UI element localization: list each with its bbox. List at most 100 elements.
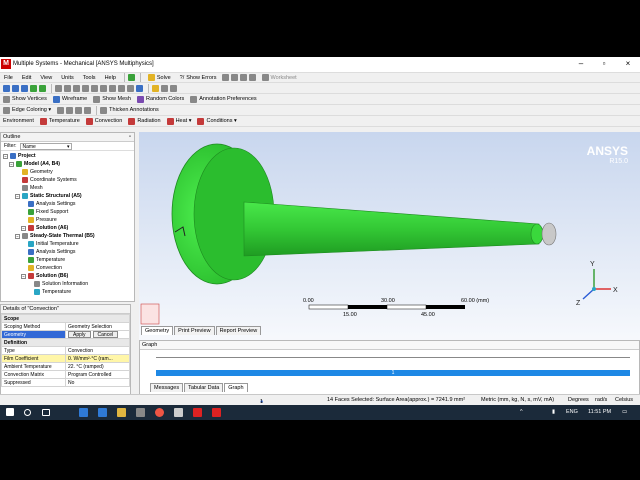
tree-node[interactable]: Geometry	[15, 168, 53, 176]
temperature-button[interactable]: Temperature	[39, 117, 80, 125]
chrome-icon[interactable]	[155, 408, 164, 417]
network-icon[interactable]: ▮	[552, 409, 555, 415]
edge-style-3-icon[interactable]	[75, 106, 83, 114]
axis-triad[interactable]: Y X Z	[576, 261, 618, 307]
tree-node[interactable]: Initial Temperature	[21, 240, 79, 248]
expand-toggle-icon[interactable]: −	[15, 233, 20, 239]
heat-dropdown[interactable]: Heat ▾	[166, 117, 191, 125]
details-row[interactable]: Type Convection	[1, 346, 130, 355]
body-select-icon[interactable]	[39, 84, 46, 92]
show-errors-button[interactable]: ?/Show Errors	[180, 75, 217, 81]
thicken-annotations-button[interactable]: Thicken Annotations	[100, 106, 159, 114]
details-row[interactable]: Convection Matrix Program Controlled	[1, 370, 130, 379]
radiation-button[interactable]: Radiation	[128, 117, 161, 125]
notifications-icon[interactable]: ▭	[622, 409, 627, 415]
show-vertices-button[interactable]: Show Vertices	[3, 95, 47, 103]
expand-toggle-icon[interactable]: −	[21, 225, 26, 231]
details-value[interactable]: 0. W/mm²·°C (ram...	[65, 354, 130, 363]
tree-node[interactable]: Temperature	[21, 256, 65, 264]
edge-style-4-icon[interactable]	[84, 106, 92, 114]
ansys-mechanical-icon[interactable]	[212, 408, 221, 417]
close-button[interactable]: ×	[622, 59, 634, 69]
zoom-to-fit-icon[interactable]	[91, 84, 98, 92]
edge-browser-icon[interactable]	[79, 408, 88, 417]
tab-geometry[interactable]: Geometry	[141, 326, 174, 335]
menu-file[interactable]: File	[4, 75, 13, 81]
windows-start-icon[interactable]	[6, 408, 14, 416]
rotate-icon[interactable]	[55, 84, 62, 92]
next-view-icon[interactable]	[118, 84, 125, 92]
tree-node[interactable]: Solution Information	[27, 280, 88, 288]
zoom-icon[interactable]	[73, 84, 80, 92]
maximize-button[interactable]: ▫	[598, 59, 610, 69]
view-cube-icon[interactable]	[140, 303, 160, 325]
label-icon[interactable]	[230, 74, 238, 81]
details-row[interactable]: Suppressed No	[1, 378, 130, 387]
pin-icon[interactable]: ▫	[129, 133, 131, 142]
annotation-preferences-button[interactable]: Annotation Preferences	[190, 95, 257, 103]
solve-button[interactable]: Solve	[147, 74, 171, 81]
search-icon[interactable]	[24, 409, 31, 416]
menu-help[interactable]: Help	[105, 75, 116, 81]
box-zoom-icon[interactable]	[82, 84, 89, 92]
menu-view[interactable]: View	[40, 75, 52, 81]
store-icon[interactable]	[98, 408, 107, 417]
tab-report-preview[interactable]: Report Preview	[215, 326, 262, 335]
details-value[interactable]: Convection	[65, 346, 130, 355]
expand-toggle-icon[interactable]: −	[3, 153, 8, 159]
tree-node[interactable]: − Static Structural (A5)	[15, 192, 82, 200]
previous-view-icon[interactable]	[109, 84, 116, 92]
pan-icon[interactable]	[64, 84, 71, 92]
tree-node[interactable]: Pressure	[21, 216, 57, 224]
minimize-button[interactable]: –	[575, 59, 587, 69]
tree-node[interactable]: Temperature	[27, 288, 71, 296]
vertex-select-icon[interactable]	[12, 84, 19, 92]
pin-icon[interactable]	[248, 74, 256, 81]
task-view-icon[interactable]	[42, 409, 50, 416]
tree-node[interactable]: − Model (A4, B4)	[9, 160, 60, 168]
tree-node[interactable]: − Project	[3, 152, 36, 160]
ruler-icon[interactable]	[239, 74, 247, 81]
details-row[interactable]: Ambient Temperature 22. °C (ramped)	[1, 362, 130, 371]
wireframe-button[interactable]: Wireframe	[52, 95, 87, 103]
details-value[interactable]: Geometry Selection	[65, 322, 130, 331]
menu-edit[interactable]: Edit	[22, 75, 31, 81]
file-explorer-icon[interactable]	[117, 408, 126, 417]
edge-style-2-icon[interactable]	[66, 106, 74, 114]
edge-coloring-dropdown[interactable]: Edge Coloring ▾	[3, 106, 51, 114]
edge-select-icon[interactable]	[21, 84, 28, 92]
angle-units[interactable]: Degrees	[568, 397, 589, 403]
rate-units[interactable]: rad/s	[595, 397, 607, 403]
details-value[interactable]: 22. °C (ramped)	[65, 362, 130, 371]
details-row[interactable]: Film Coefficient 0. W/mm²·°C (ram...	[1, 354, 130, 363]
convection-button[interactable]: Convection	[85, 117, 122, 125]
tray-chevron-icon[interactable]: ^	[520, 409, 523, 415]
tab-graph[interactable]: Graph	[224, 383, 248, 392]
cancel-button[interactable]: Cancel	[92, 331, 119, 338]
expand-toggle-icon[interactable]: −	[9, 161, 14, 167]
ansys-workbench-icon[interactable]	[193, 408, 202, 417]
show-mesh-button[interactable]: Show Mesh	[93, 95, 131, 103]
tree-node[interactable]: Analysis Settings	[21, 200, 76, 208]
isometric-view-icon[interactable]	[127, 84, 134, 92]
details-value[interactable]: Apply Cancel	[65, 330, 130, 339]
worksheet-button[interactable]: Worksheet	[261, 74, 297, 81]
apply-button[interactable]: Apply	[68, 331, 91, 338]
set-view-icon[interactable]	[136, 84, 143, 92]
probe-icon[interactable]	[221, 74, 229, 81]
tab-messages[interactable]: Messages	[150, 383, 184, 392]
valve-stem-end[interactable]	[541, 222, 557, 246]
filter-select[interactable]: Name ▾	[19, 142, 72, 150]
highlight-icon[interactable]	[152, 84, 159, 92]
valve-stem-groove[interactable]	[530, 223, 544, 245]
details-row[interactable]: Geometry Apply Cancel	[1, 330, 130, 339]
app-icon[interactable]	[174, 408, 183, 417]
tree-node[interactable]: Mesh	[15, 184, 43, 192]
conditions-dropdown[interactable]: Conditions ▾	[197, 117, 237, 125]
menu-tools[interactable]: Tools	[83, 75, 96, 81]
random-colors-button[interactable]: Random Colors	[136, 95, 184, 103]
geometry-view[interactable]: Y X Z 0.00 30.00 60.00 (mm) 15.00 45.00	[139, 132, 640, 340]
face-select-icon[interactable]	[30, 84, 37, 92]
magnifier-icon[interactable]	[100, 84, 107, 92]
details-value[interactable]: Program Controlled	[65, 370, 130, 379]
